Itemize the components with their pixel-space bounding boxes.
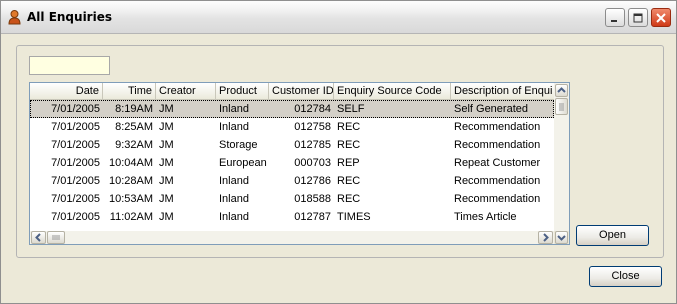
close-button[interactable]: Close	[589, 266, 662, 287]
cell-enquiry-source-code: REC	[337, 139, 361, 151]
cell-creator: JM	[159, 157, 174, 169]
table-row[interactable]: 7/01/2005 10:28AM JM Inland 012786 REC Recomme…	[30, 172, 554, 190]
cell-creator: JM	[159, 121, 174, 133]
cell-date: 7/01/2005	[51, 193, 100, 205]
maximize-button[interactable]	[628, 8, 648, 27]
column-header-customer-id[interactable]: Customer ID	[269, 83, 334, 100]
cell-product: Inland	[219, 103, 249, 115]
grid-rows: 7/01/2005 8:19AM JM Inland 012784 SELF Self Ge…	[30, 100, 554, 226]
cell-time: 10:53AM	[108, 193, 153, 205]
cell-creator: JM	[159, 211, 174, 223]
cell-customer-id: 012785	[294, 139, 331, 151]
table-row[interactable]: 7/01/2005 11:02AM JM Inland 012787 TIMES Times…	[30, 208, 554, 226]
column-header-product[interactable]: Product	[216, 83, 269, 100]
vertical-scroll-thumb[interactable]	[555, 98, 568, 115]
open-button-label: Open	[599, 229, 626, 241]
cell-customer-id: 012784	[294, 103, 331, 115]
open-button[interactable]: Open	[576, 225, 649, 246]
cell-creator: JM	[159, 139, 174, 151]
cell-product: Inland	[219, 121, 249, 133]
column-header-date[interactable]: Date	[30, 83, 103, 100]
arrow-up-icon	[557, 87, 566, 93]
table-row[interactable]: 7/01/2005 10:53AM JM Inland 018588 REC Recomme…	[30, 190, 554, 208]
cell-product: Inland	[219, 175, 249, 187]
arrow-left-icon	[35, 233, 41, 242]
cell-customer-id: 012787	[294, 211, 331, 223]
horizontal-scrollbar[interactable]	[30, 231, 554, 244]
cell-description: Recommendation	[454, 121, 541, 133]
cell-date: 7/01/2005	[51, 103, 100, 115]
cell-customer-id: 000703	[294, 157, 331, 169]
scroll-right-button[interactable]	[538, 231, 553, 244]
close-window-button[interactable]	[651, 8, 671, 27]
column-header-description[interactable]: Description of Enqui	[451, 83, 554, 100]
cell-enquiry-source-code: SELF	[337, 103, 365, 115]
cell-creator: JM	[159, 193, 174, 205]
cell-enquiry-source-code: REC	[337, 193, 361, 205]
scroll-down-button[interactable]	[555, 231, 568, 244]
table-row[interactable]: 7/01/2005 9:32AM JM Storage 012785 REC Recomme…	[30, 136, 554, 154]
column-header-creator[interactable]: Creator	[156, 83, 216, 100]
cell-description: Recommendation	[454, 139, 541, 151]
cell-description: Self Generated	[454, 103, 528, 115]
cell-date: 7/01/2005	[51, 121, 100, 133]
cell-product: Storage	[219, 139, 258, 151]
filter-input[interactable]	[29, 56, 110, 75]
cell-description: Repeat Customer	[454, 157, 541, 169]
title-bar[interactable]: All Enquiries	[1, 1, 676, 34]
vertical-scrollbar[interactable]	[554, 83, 569, 231]
all-enquiries-window: All Enquiries Date Time Creator Product …	[0, 0, 677, 304]
table-row[interactable]: 7/01/2005 10:04AM JM European 000703 REP Repea…	[30, 154, 554, 172]
cell-customer-id: 012758	[294, 121, 331, 133]
grip-icon	[559, 103, 564, 111]
column-header-time[interactable]: Time	[103, 83, 156, 100]
cell-time: 8:25AM	[115, 121, 153, 133]
cell-product: European	[219, 157, 267, 169]
table-row[interactable]: 7/01/2005 8:25AM JM Inland 012758 REC Recommen…	[30, 118, 554, 136]
cell-customer-id: 018588	[294, 193, 331, 205]
cell-date: 7/01/2005	[51, 157, 100, 169]
cell-enquiry-source-code: REP	[337, 157, 360, 169]
horizontal-scroll-thumb[interactable]	[47, 231, 65, 244]
minimize-button[interactable]	[605, 8, 625, 27]
table-row[interactable]: 7/01/2005 8:19AM JM Inland 012784 SELF Self Ge…	[30, 100, 554, 118]
cell-enquiry-source-code: REC	[337, 121, 361, 133]
cell-customer-id: 012786	[294, 175, 331, 187]
cell-description: Recommendation	[454, 193, 541, 205]
scroll-left-button[interactable]	[31, 231, 46, 244]
cell-date: 7/01/2005	[51, 211, 100, 223]
cell-description: Times Article	[454, 211, 517, 223]
column-header-enquiry-source-code[interactable]: Enquiry Source Code	[334, 83, 451, 100]
arrow-down-icon	[557, 235, 566, 241]
arrow-right-icon	[543, 233, 549, 242]
scroll-up-button[interactable]	[555, 84, 568, 97]
app-person-icon	[8, 10, 21, 25]
window-title: All Enquiries	[27, 10, 112, 24]
grip-icon	[52, 235, 60, 240]
cell-creator: JM	[159, 103, 174, 115]
cell-enquiry-source-code: TIMES	[337, 211, 371, 223]
cell-date: 7/01/2005	[51, 175, 100, 187]
enquiries-grid[interactable]: Date Time Creator Product Customer ID En…	[29, 82, 570, 245]
cell-enquiry-source-code: REC	[337, 175, 361, 187]
cell-time: 11:02AM	[109, 211, 153, 223]
close-icon	[656, 13, 666, 23]
cell-description: Recommendation	[454, 175, 541, 187]
minimize-icon	[611, 20, 617, 22]
scrollbar-corner	[554, 231, 569, 244]
cell-time: 8:19AM	[115, 103, 153, 115]
close-button-label: Close	[611, 270, 640, 282]
cell-product: Inland	[219, 211, 249, 223]
cell-time: 9:32AM	[115, 139, 153, 151]
cell-time: 10:28AM	[108, 175, 153, 187]
maximize-icon	[633, 13, 643, 23]
cell-date: 7/01/2005	[51, 139, 100, 151]
cell-creator: JM	[159, 175, 174, 187]
grid-header: Date Time Creator Product Customer ID En…	[30, 83, 554, 100]
cell-product: Inland	[219, 193, 249, 205]
cell-time: 10:04AM	[108, 157, 153, 169]
